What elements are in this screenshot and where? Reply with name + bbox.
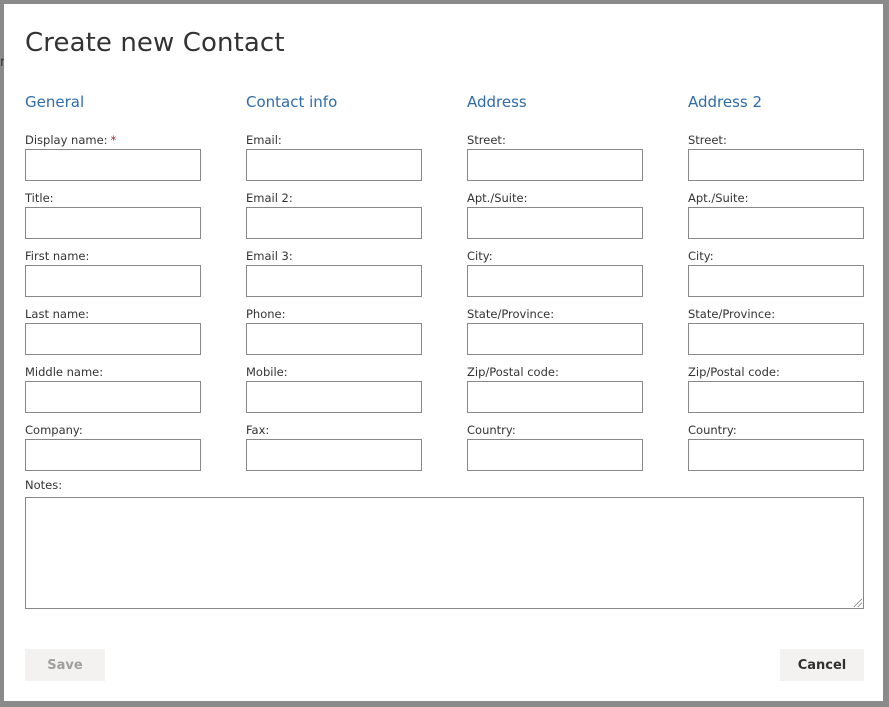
- country-2-label: Country:: [688, 423, 737, 437]
- city-2-field: City:: [688, 248, 864, 297]
- city-input[interactable]: [467, 265, 643, 297]
- state-province-2-label: State/Province:: [688, 307, 776, 321]
- phone-field: Phone:: [246, 306, 422, 355]
- company-label: Company:: [25, 423, 83, 437]
- phone-label: Phone:: [246, 307, 286, 321]
- country-2-field: Country:: [688, 422, 864, 471]
- last-name-field: Last name:: [25, 306, 201, 355]
- state-province-input[interactable]: [467, 323, 643, 355]
- notes-label: Notes:: [25, 478, 63, 492]
- apt-suite-2-input[interactable]: [688, 207, 864, 239]
- create-contact-dialog: Create new Contact General Display name:…: [4, 4, 883, 701]
- required-marker: *: [110, 133, 117, 147]
- company-input[interactable]: [25, 439, 201, 471]
- apt-suite-2-label: Apt./Suite:: [688, 191, 749, 205]
- display-name-field: Display name: *: [25, 132, 201, 181]
- state-province-2-input[interactable]: [688, 323, 864, 355]
- section-heading-address-2: Address 2: [688, 93, 763, 111]
- zip-postal-code-field: Zip/Postal code:: [467, 364, 643, 413]
- last-name-input[interactable]: [25, 323, 201, 355]
- zip-postal-code-2-label: Zip/Postal code:: [688, 365, 780, 379]
- email-2-field: Email 2:: [246, 190, 422, 239]
- general-section: General Display name: * Title: First name…: [25, 92, 201, 471]
- display-name-label: Display name: *: [25, 133, 117, 147]
- middle-name-field: Middle name:: [25, 364, 201, 413]
- street-field: Street:: [467, 132, 643, 181]
- fax-field: Fax:: [246, 422, 422, 471]
- country-label: Country:: [467, 423, 516, 437]
- street-2-label: Street:: [688, 133, 727, 147]
- state-province-field: State/Province:: [467, 306, 643, 355]
- country-field: Country:: [467, 422, 643, 471]
- email-3-field: Email 3:: [246, 248, 422, 297]
- zip-postal-code-2-field: Zip/Postal code:: [688, 364, 864, 413]
- address-2-section: Address 2 Street: Apt./Suite: City: Stat…: [688, 92, 864, 471]
- street-2-field: Street:: [688, 132, 864, 181]
- fax-label: Fax:: [246, 423, 270, 437]
- state-province-label: State/Province:: [467, 307, 555, 321]
- cancel-button[interactable]: Cancel: [780, 649, 864, 681]
- city-field: City:: [467, 248, 643, 297]
- section-heading-address: Address: [467, 93, 527, 111]
- email-2-input[interactable]: [246, 207, 422, 239]
- address-section: Address Street: Apt./Suite: City: State/…: [467, 92, 643, 471]
- title-input[interactable]: [25, 207, 201, 239]
- dialog-title: Create new Contact: [25, 28, 285, 58]
- apt-suite-label: Apt./Suite:: [467, 191, 528, 205]
- middle-name-input[interactable]: [25, 381, 201, 413]
- company-field: Company:: [25, 422, 201, 471]
- mobile-field: Mobile:: [246, 364, 422, 413]
- phone-input[interactable]: [246, 323, 422, 355]
- first-name-label: First name:: [25, 249, 90, 263]
- city-label: City:: [467, 249, 493, 263]
- city-2-input[interactable]: [688, 265, 864, 297]
- apt-suite-input[interactable]: [467, 207, 643, 239]
- email-3-label: Email 3:: [246, 249, 293, 263]
- apt-suite-2-field: Apt./Suite:: [688, 190, 864, 239]
- country-2-input[interactable]: [688, 439, 864, 471]
- email-3-input[interactable]: [246, 265, 422, 297]
- section-heading-contact-info: Contact info: [246, 93, 338, 111]
- last-name-label: Last name:: [25, 307, 90, 321]
- zip-postal-code-label: Zip/Postal code:: [467, 365, 559, 379]
- notes-textarea[interactable]: [25, 497, 864, 609]
- title-label: Title:: [25, 191, 54, 205]
- state-province-2-field: State/Province:: [688, 306, 864, 355]
- fax-input[interactable]: [246, 439, 422, 471]
- country-input[interactable]: [467, 439, 643, 471]
- first-name-input[interactable]: [25, 265, 201, 297]
- display-name-input[interactable]: [25, 149, 201, 181]
- apt-suite-field: Apt./Suite:: [467, 190, 643, 239]
- section-heading-general: General: [25, 93, 85, 111]
- middle-name-label: Middle name:: [25, 365, 104, 379]
- zip-postal-code-input[interactable]: [467, 381, 643, 413]
- contact-info-section: Contact info Email: Email 2: Email 3: Ph…: [246, 92, 422, 471]
- email-input[interactable]: [246, 149, 422, 181]
- street-label: Street:: [467, 133, 506, 147]
- street-2-input[interactable]: [688, 149, 864, 181]
- mobile-label: Mobile:: [246, 365, 288, 379]
- street-input[interactable]: [467, 149, 643, 181]
- save-button[interactable]: Save: [25, 649, 105, 681]
- zip-postal-code-2-input[interactable]: [688, 381, 864, 413]
- title-field: Title:: [25, 190, 201, 239]
- email-field: Email:: [246, 132, 422, 181]
- email-2-label: Email 2:: [246, 191, 293, 205]
- mobile-input[interactable]: [246, 381, 422, 413]
- city-2-label: City:: [688, 249, 714, 263]
- first-name-field: First name:: [25, 248, 201, 297]
- email-label: Email:: [246, 133, 282, 147]
